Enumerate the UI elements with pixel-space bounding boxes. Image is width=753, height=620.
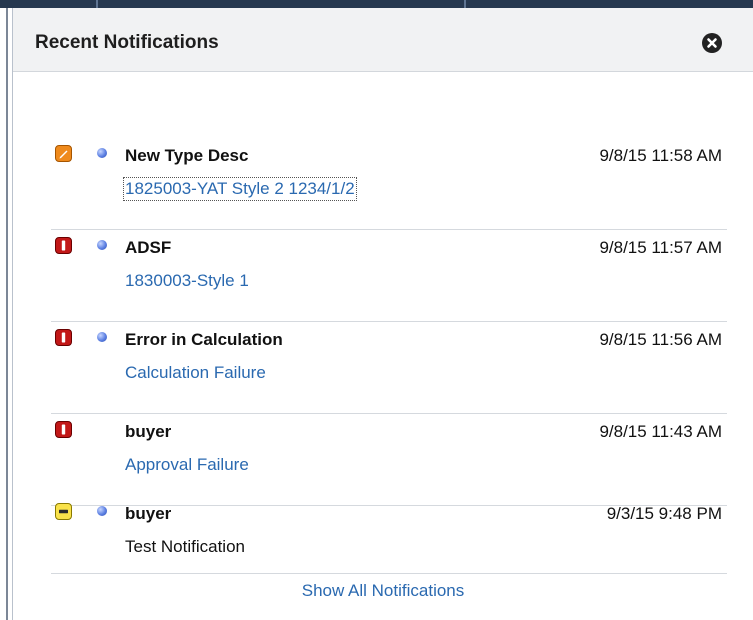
notification-title: Error in Calculation bbox=[125, 330, 283, 349]
notification-title: ADSF bbox=[125, 238, 172, 257]
notification-link[interactable]: 1830003-Style 1 bbox=[125, 271, 249, 291]
panel-header: Recent Notifications bbox=[13, 8, 753, 72]
show-all-notifications-link[interactable]: Show All Notifications bbox=[13, 581, 753, 601]
strip-divider bbox=[464, 0, 466, 8]
notification-time: 9/8/15 11:56 AM bbox=[599, 330, 722, 349]
notification-item: ADSF 9/8/15 11:57 AM 1830003-Style 1 bbox=[51, 230, 727, 322]
minus-icon bbox=[55, 503, 72, 520]
notification-item: buyer 9/3/15 9:48 PM Test Notification bbox=[51, 496, 727, 574]
unread-indicator-icon bbox=[97, 240, 107, 250]
edit-icon bbox=[55, 145, 72, 162]
notification-time: 9/8/15 11:43 AM bbox=[599, 422, 722, 441]
notification-time: 9/3/15 9:48 PM bbox=[606, 504, 722, 523]
strip-divider bbox=[96, 0, 98, 8]
close-circle-icon[interactable] bbox=[702, 33, 722, 53]
notification-item: Error in Calculation 9/8/15 11:56 AM Cal… bbox=[51, 322, 727, 414]
unread-indicator-icon bbox=[97, 506, 107, 516]
unread-indicator-icon bbox=[97, 148, 107, 158]
notification-title: New Type Desc bbox=[125, 146, 249, 165]
error-icon bbox=[55, 421, 72, 438]
notification-time: 9/8/15 11:57 AM bbox=[599, 238, 722, 257]
notification-title: buyer bbox=[125, 422, 172, 441]
unread-indicator-icon bbox=[97, 332, 107, 342]
notification-link[interactable]: 1825003-YAT Style 2 1234/1/2 bbox=[123, 177, 357, 201]
notification-item: buyer 9/8/15 11:43 AM Approval Failure bbox=[51, 414, 727, 506]
notification-link[interactable]: Calculation Failure bbox=[125, 363, 266, 383]
error-icon bbox=[55, 237, 72, 254]
notification-item: New Type Desc 9/8/15 11:58 AM 1825003-YA… bbox=[51, 138, 727, 230]
error-icon bbox=[55, 329, 72, 346]
notification-title: buyer bbox=[125, 504, 172, 523]
background-app-edge bbox=[0, 8, 8, 620]
notification-link[interactable]: Approval Failure bbox=[125, 455, 249, 475]
notification-time: 9/8/15 11:58 AM bbox=[599, 146, 722, 165]
notification-message: Test Notification bbox=[125, 537, 245, 556]
background-app-strip bbox=[0, 0, 753, 8]
panel-title: Recent Notifications bbox=[35, 32, 219, 53]
notifications-panel: Recent Notifications New Type Desc 9/8/1… bbox=[12, 8, 753, 620]
